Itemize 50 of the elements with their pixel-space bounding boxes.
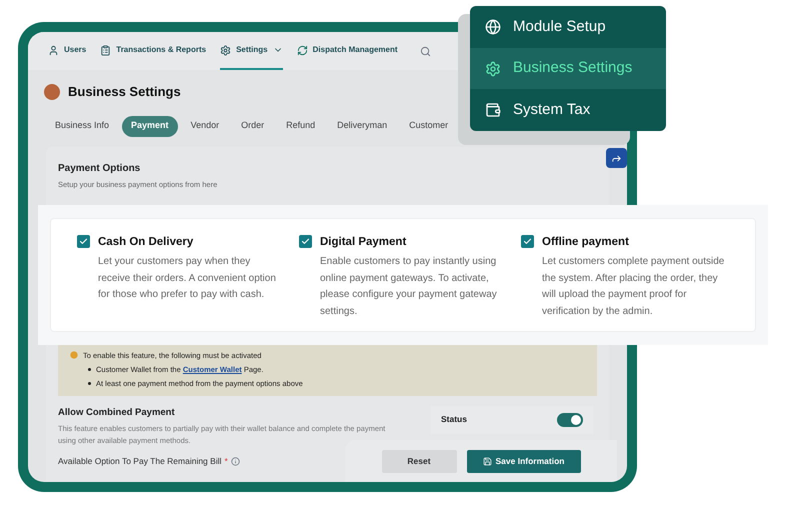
check-icon <box>523 237 532 246</box>
search-icon[interactable] <box>420 46 431 56</box>
option-title: Digital Payment <box>320 235 408 249</box>
user-icon <box>48 44 59 56</box>
bullet-icon <box>88 368 91 372</box>
section-title: Payment Options <box>58 162 142 176</box>
gear-icon <box>220 44 232 56</box>
wallet-icon <box>485 102 501 118</box>
option-description: Enable customers to pay instantly using online payment gateways. To activate, please configure your payment gateway settings. <box>320 255 498 318</box>
check-icon <box>79 237 88 246</box>
nav-link[interactable]: Users <box>48 32 86 70</box>
bullet-icon <box>88 382 91 386</box>
globe-icon <box>485 18 501 35</box>
checkbox[interactable] <box>77 235 90 248</box>
checkbox[interactable] <box>299 235 312 248</box>
clipboard-icon <box>100 44 112 56</box>
sync-icon <box>296 44 308 56</box>
option-description: Let your customers pay when they receive their orders. A convenient option for those who prefer to pay with cash. <box>98 255 277 302</box>
nav-link[interactable]: Settings <box>220 32 283 70</box>
status-label: Status <box>441 413 467 426</box>
gear-icon <box>485 60 501 76</box>
save-button[interactable]: Save Information <box>466 450 580 472</box>
menu-item[interactable]: Module Setup <box>470 6 666 48</box>
tab[interactable]: Customer <box>400 116 458 136</box>
nav-link[interactable]: Dispatch Management <box>296 32 398 70</box>
status-toggle[interactable] <box>557 412 583 426</box>
menu-item[interactable]: System Tax <box>470 89 666 131</box>
section-title: Allow Combined Payment <box>58 406 176 420</box>
tab[interactable]: Order <box>232 116 274 136</box>
avatar-icon <box>44 84 60 100</box>
tab[interactable]: Deliveryman <box>328 116 396 136</box>
checkbox[interactable] <box>521 235 534 248</box>
nav-link[interactable]: Transactions & Reports <box>100 32 206 70</box>
option-title: Cash On Delivery <box>98 235 194 249</box>
info-icon <box>230 456 240 466</box>
menu-item[interactable]: Business Settings <box>470 48 666 90</box>
required-mark: * <box>224 454 228 468</box>
share-button[interactable] <box>606 148 627 168</box>
share-icon <box>611 152 622 164</box>
save-icon <box>482 456 492 466</box>
check-icon <box>301 237 310 246</box>
field-label: Available Option To Pay The Remaining Bill <box>58 454 222 468</box>
page-title: Business Settings <box>68 83 181 101</box>
option-description: Let customers complete payment outside the system. After placing the order, they will upload the payment proof for verification by the admin. <box>542 255 726 318</box>
tab[interactable]: Vendor <box>182 116 228 136</box>
tab[interactable]: Refund <box>277 116 324 136</box>
option-title: Offline payment <box>542 235 630 249</box>
reset-button[interactable]: Reset <box>382 450 456 472</box>
tab[interactable]: Payment <box>122 116 178 136</box>
tab[interactable]: Business Info <box>46 116 118 136</box>
